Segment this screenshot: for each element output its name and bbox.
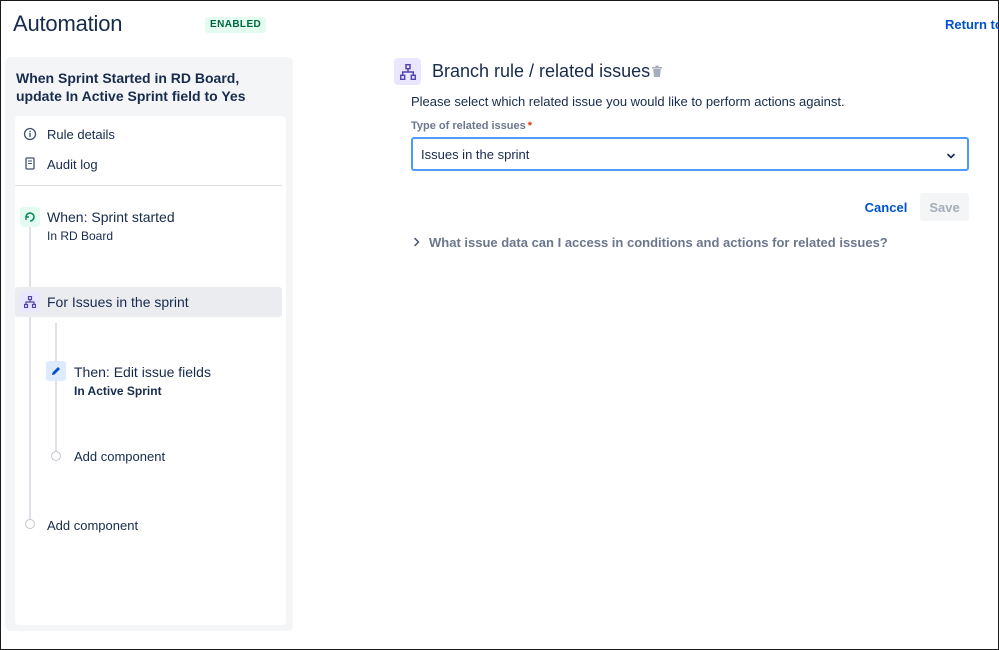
trigger-title[interactable]: When: Sprint started	[47, 209, 175, 225]
document-icon	[24, 157, 36, 171]
required-mark: *	[527, 120, 533, 132]
cancel-button[interactable]: Cancel	[857, 193, 915, 221]
chevron-down-icon	[945, 149, 957, 167]
audit-log-link[interactable]: Audit log	[47, 157, 98, 172]
field-label: Type of related issues *	[411, 120, 532, 132]
trash-icon[interactable]	[651, 65, 663, 83]
rule-name: When Sprint Started in RD Board, update …	[16, 70, 246, 104]
rule-details-link[interactable]: Rule details	[47, 127, 115, 142]
connector-line-nested	[55, 323, 57, 451]
select-value: Issues in the sprint	[421, 147, 530, 162]
faq-toggle[interactable]: What issue data can I access in conditio…	[413, 235, 888, 250]
trigger-icon	[20, 207, 40, 227]
add-dot-icon	[51, 451, 61, 461]
add-dot-icon	[25, 519, 35, 529]
panel-description: Please select which related issue you wo…	[411, 94, 845, 109]
connector-line	[29, 227, 31, 519]
add-component-nested-button[interactable]: Add component	[74, 449, 165, 464]
branch-icon	[20, 292, 40, 312]
info-icon	[23, 127, 37, 141]
status-badge: ENABLED	[205, 17, 267, 33]
related-issues-select[interactable]: Issues in the sprint	[411, 137, 969, 171]
save-button[interactable]: Save	[920, 193, 969, 221]
action-subtitle: In Active Sprint	[74, 384, 162, 398]
field-label-text: Type of related issues	[411, 120, 526, 132]
trigger-subtitle: In RD Board	[47, 229, 114, 243]
divider	[15, 185, 282, 186]
add-component-button[interactable]: Add component	[47, 518, 138, 533]
panel-title: Branch rule / related issues	[432, 61, 651, 81]
chevron-right-icon	[413, 235, 421, 250]
branch-icon	[394, 58, 421, 85]
faq-text: What issue data can I access in conditio…	[429, 235, 888, 250]
return-link[interactable]: Return to	[945, 17, 999, 32]
pencil-icon	[46, 361, 66, 381]
page-title: Automation	[13, 11, 123, 36]
action-title[interactable]: Then: Edit issue fields	[74, 364, 211, 380]
branch-title[interactable]: For Issues in the sprint	[47, 294, 189, 310]
